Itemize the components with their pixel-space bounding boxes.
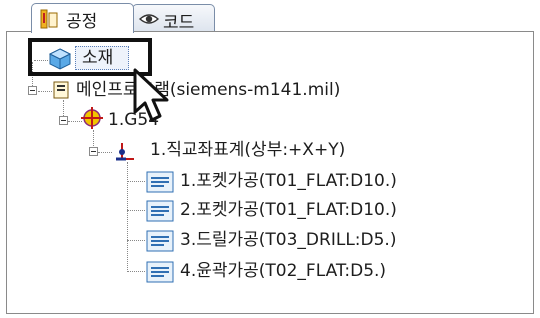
- collapse-toggle[interactable]: [89, 147, 98, 156]
- tree-item-coordinate[interactable]: 1.직교좌표계(상부:+X+Y): [150, 140, 345, 160]
- tab-code[interactable]: 코드: [132, 4, 215, 33]
- tree-connector: [127, 271, 145, 272]
- collapse-toggle[interactable]: [28, 86, 37, 95]
- tree-connector: [98, 152, 112, 153]
- tree-item-operation[interactable]: 2.포켓가공(T01_FLAT:D10.): [180, 200, 397, 220]
- operation-icon: [146, 261, 174, 287]
- process-tab-icon: [38, 9, 60, 34]
- operation-icon: [146, 200, 174, 226]
- axis-icon: [112, 140, 136, 168]
- target-icon: [80, 106, 104, 134]
- operation-icon: [146, 171, 174, 197]
- tree-item-operation[interactable]: 4.윤곽가공(T02_FLAT:D5.): [180, 261, 386, 281]
- tree-item-main-program[interactable]: 메인프로그램(siemens-m141.mil): [76, 80, 340, 100]
- tree-connector: [127, 210, 145, 211]
- program-icon: [52, 80, 72, 104]
- tab-code-label: 코드: [163, 13, 195, 33]
- tab-process-label: 공정: [66, 12, 98, 32]
- tab-strip: 공정 코드: [0, 0, 540, 33]
- mouse-cursor-icon: [132, 68, 176, 130]
- tree-connector: [127, 162, 128, 272]
- tab-process[interactable]: 공정: [31, 3, 134, 33]
- operation-icon: [146, 230, 174, 256]
- tree-connector: [127, 240, 145, 241]
- collapse-toggle[interactable]: [59, 116, 68, 125]
- tree-connector: [127, 181, 145, 182]
- eye-icon: [138, 10, 160, 33]
- tree-item-operation[interactable]: 1.포켓가공(T01_FLAT:D10.): [180, 171, 397, 191]
- tree-item-operation[interactable]: 3.드릴가공(T03_DRILL:D5.): [180, 230, 396, 250]
- tree-connector: [38, 91, 52, 92]
